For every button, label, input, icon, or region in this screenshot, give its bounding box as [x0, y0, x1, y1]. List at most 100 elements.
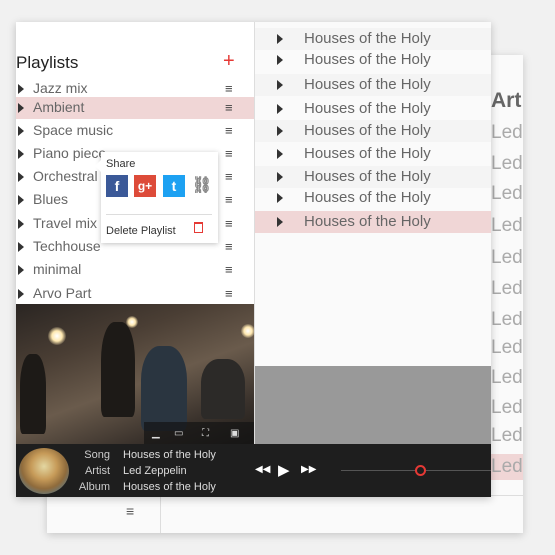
track-title: Houses of the Holy — [304, 76, 431, 93]
back-artist-cell: Led — [491, 153, 523, 174]
stage-light — [48, 327, 66, 345]
player-bar: Song Artist Album Houses of the Holy Led… — [16, 444, 491, 497]
playlist-item[interactable]: Space music ≡ — [16, 120, 254, 142]
expand-arrow-icon[interactable] — [18, 265, 24, 275]
stage-light — [241, 324, 254, 338]
expand-arrow-icon[interactable] — [18, 242, 24, 252]
window-icon[interactable]: ▭ — [174, 428, 183, 439]
googleplus-share-button[interactable]: g+ — [134, 175, 156, 197]
expand-arrow-icon[interactable] — [18, 219, 24, 229]
track-title: Houses of the Holy — [304, 145, 431, 162]
playlist-menu-icon[interactable]: ≡ — [225, 146, 233, 161]
playlist-item[interactable]: Arvo Part ≡ — [16, 283, 254, 305]
back-artist-cell: Led — [491, 122, 523, 143]
play-track-icon[interactable] — [277, 34, 283, 44]
twitter-share-button[interactable]: t — [163, 175, 185, 197]
playlist-item-label: Ambient — [33, 99, 85, 115]
track-title: Houses of the Holy — [304, 213, 431, 230]
playlist-menu-icon[interactable]: ≡ — [225, 216, 233, 231]
play-track-icon[interactable] — [277, 149, 283, 159]
play-track-icon[interactable] — [277, 80, 283, 90]
track-row[interactable]: Houses of the Holy — [255, 74, 491, 96]
play-track-icon[interactable] — [277, 193, 283, 203]
video-controls: ▁ ▭ ⛶ ▣ — [144, 422, 254, 444]
playlist-item-label: Techhouse — [33, 238, 101, 254]
track-row[interactable]: Houses of the Holy — [255, 28, 491, 50]
playlist-item[interactable]: Ambient ≡ — [16, 97, 254, 119]
back-artist-cell: Led — [491, 278, 523, 299]
play-track-icon[interactable] — [277, 126, 283, 136]
expand-arrow-icon[interactable] — [18, 289, 24, 299]
play-track-icon[interactable] — [277, 217, 283, 227]
track-list: Houses of the Holy Houses of the Holy Hous… — [255, 22, 491, 366]
playlist-menu-icon[interactable]: ≡ — [225, 286, 233, 301]
track-row[interactable]: Houses of the Holy — [255, 166, 491, 188]
artist-column-header: Art — [491, 89, 522, 112]
playlist-context-menu: Share f g+ t ⛓ Delete Playlist — [95, 152, 218, 243]
playlist-item-label: Space music — [33, 122, 114, 138]
fullscreen-icon[interactable]: ⛶ — [202, 428, 209, 439]
track-title: Houses of the Holy — [304, 189, 431, 206]
playlist-item[interactable]: minimal ≡ — [16, 259, 254, 281]
link-icon[interactable]: ⛓ — [191, 175, 213, 197]
back-artist-cell: Led — [491, 425, 523, 446]
back-artist-cell: Led — [491, 247, 523, 268]
back-artist-cell: Led — [491, 367, 523, 388]
back-artist-cell: Led — [491, 215, 523, 236]
track-title: Houses of the Holy — [304, 51, 431, 68]
main-window: Playlists + Jazz mix ≡ Ambient ≡ Space music… — [16, 22, 491, 497]
artist-value: Led Zeppelin — [123, 465, 187, 477]
playlist-item-label: Orchestral — [33, 168, 98, 184]
delete-playlist-button[interactable]: Delete Playlist — [106, 225, 176, 237]
expand-arrow-icon[interactable] — [18, 103, 24, 113]
track-row[interactable]: Houses of the Holy — [255, 187, 491, 209]
artist-key: Artist — [84, 465, 110, 477]
track-title: Houses of the Holy — [304, 122, 431, 139]
minimize-icon[interactable]: ▁ — [152, 428, 160, 439]
back-artist-cell: Led — [491, 397, 523, 418]
back-artist-cell: Led — [491, 309, 523, 330]
seek-knob[interactable] — [415, 465, 426, 476]
playlist-menu-icon[interactable]: ≡ — [225, 169, 233, 184]
back-artist-cell: Led — [491, 183, 523, 204]
theater-icon[interactable]: ▣ — [230, 428, 239, 439]
next-icon[interactable]: ▶▶ — [301, 464, 316, 475]
menu-icon[interactable]: ≡ — [126, 503, 134, 519]
play-track-icon[interactable] — [277, 55, 283, 65]
track-row[interactable]: Houses of the Holy — [255, 120, 491, 142]
video-player[interactable]: ▁ ▭ ⛶ ▣ — [16, 304, 254, 444]
back-artist-cell: Led — [491, 454, 523, 480]
playlist-menu-icon[interactable]: ≡ — [225, 239, 233, 254]
playlist-menu-icon[interactable]: ≡ — [225, 123, 233, 138]
expand-arrow-icon[interactable] — [18, 84, 24, 94]
album-value: Houses of the Holy — [123, 481, 216, 493]
facebook-share-button[interactable]: f — [106, 175, 128, 197]
play-icon[interactable]: ▶ — [278, 461, 290, 479]
playlist-item-label: Blues — [33, 191, 69, 207]
play-track-icon[interactable] — [277, 104, 283, 114]
song-value: Houses of the Holy — [123, 449, 216, 461]
playlist-menu-icon[interactable]: ≡ — [225, 262, 233, 277]
menu-divider — [106, 214, 212, 215]
empty-panel — [255, 366, 491, 444]
trash-icon[interactable] — [194, 222, 203, 233]
playlist-menu-icon[interactable]: ≡ — [225, 81, 233, 96]
expand-arrow-icon[interactable] — [18, 149, 24, 159]
playlists-title: Playlists — [16, 53, 79, 72]
expand-arrow-icon[interactable] — [18, 195, 24, 205]
track-row[interactable]: Houses of the Holy — [255, 211, 491, 233]
track-row[interactable]: Houses of the Holy — [255, 98, 491, 120]
play-track-icon[interactable] — [277, 172, 283, 182]
add-playlist-button[interactable]: + — [223, 50, 235, 73]
expand-arrow-icon[interactable] — [18, 126, 24, 136]
track-row[interactable]: Houses of the Holy — [255, 143, 491, 165]
expand-arrow-icon[interactable] — [18, 172, 24, 182]
track-row[interactable]: Houses of the Holy — [255, 49, 491, 71]
playlist-menu-icon[interactable]: ≡ — [225, 192, 233, 207]
playlist-menu-icon[interactable]: ≡ — [225, 100, 233, 115]
track-title: Houses of the Holy — [304, 30, 431, 47]
previous-icon[interactable]: ◀◀ — [255, 464, 270, 475]
back-artist-cell: Led — [491, 337, 523, 358]
performer-figure — [20, 354, 46, 434]
share-label: Share — [106, 158, 136, 170]
